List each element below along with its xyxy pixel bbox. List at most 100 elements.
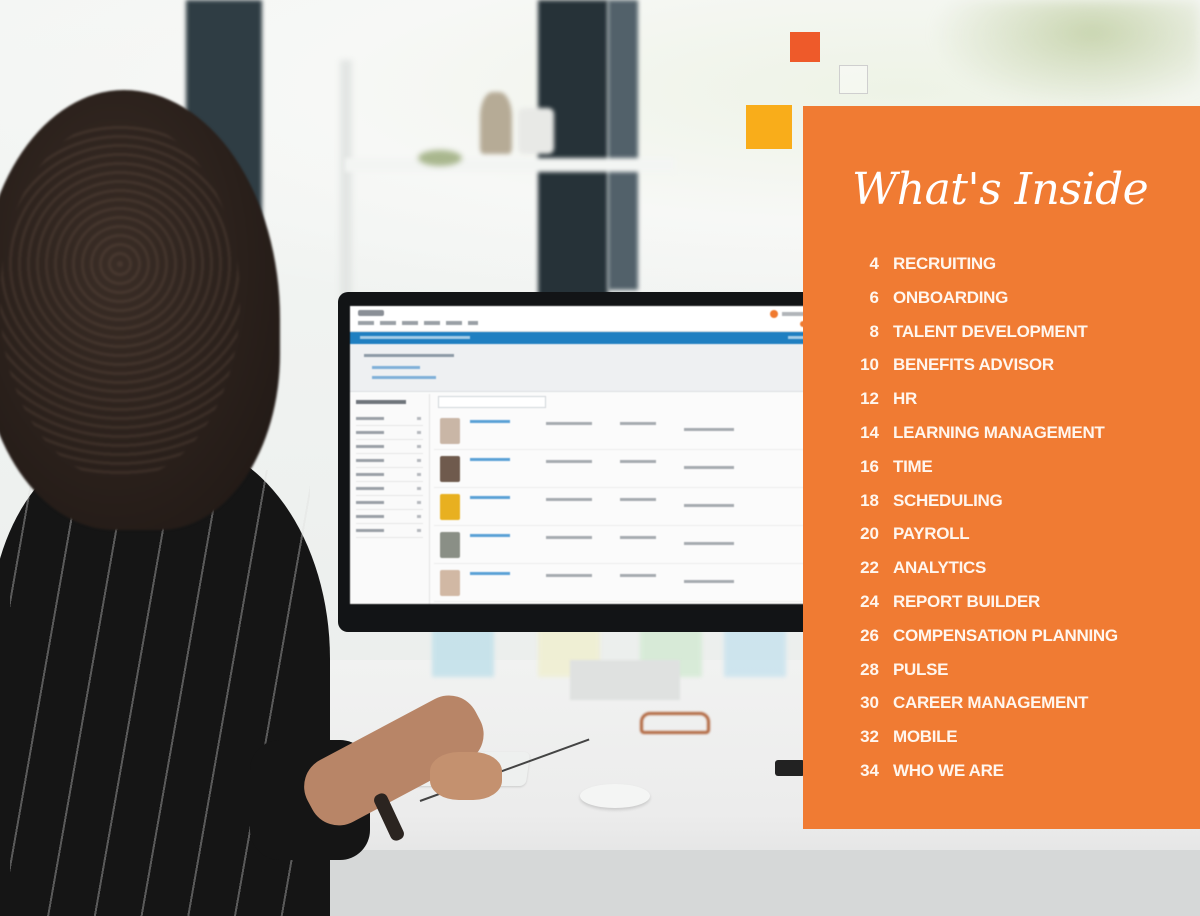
- person-detail: [620, 574, 656, 577]
- person-detail: [684, 428, 734, 431]
- toc-title: SCHEDULING: [893, 490, 1003, 510]
- app-notice: [350, 344, 818, 392]
- plant: [418, 150, 462, 166]
- toc-item[interactable]: 6 ONBOARDING: [843, 288, 1118, 322]
- toc-item[interactable]: 16 TIME: [843, 457, 1118, 491]
- person-detail: [684, 580, 734, 583]
- person-name: [470, 496, 510, 499]
- toc-page-number: 28: [860, 659, 879, 679]
- toc-title: PAYROLL: [893, 524, 970, 544]
- jar: [518, 108, 554, 154]
- toc-page-number: 16: [860, 456, 879, 476]
- toc-item[interactable]: 14 LEARNING MANAGEMENT: [843, 423, 1118, 457]
- panel-heading: What's Inside: [852, 164, 1149, 215]
- desk-edge: [300, 850, 1200, 916]
- sidebar-title: [356, 400, 406, 404]
- person-detail: [620, 498, 656, 501]
- filter-row: [356, 412, 423, 426]
- whats-inside-panel: What's Inside 4 RECRUITING 6 ONBOARDING 8 TAL…: [803, 106, 1200, 829]
- toc-page-number: 34: [860, 760, 879, 780]
- toc-page-number: 22: [860, 558, 879, 578]
- filter-row: [356, 426, 423, 440]
- person-name: [470, 420, 510, 423]
- toc-item[interactable]: 12 HR: [843, 389, 1118, 423]
- filter-sidebar: [350, 394, 430, 604]
- toc-title: TALENT DEVELOPMENT: [893, 321, 1088, 341]
- person-row: [434, 564, 818, 602]
- toc-item[interactable]: 34 WHO WE ARE: [843, 761, 1118, 795]
- toc-item[interactable]: 4 RECRUITING: [843, 254, 1118, 288]
- notice-link: [372, 376, 436, 379]
- person-hand: [430, 752, 502, 800]
- decorative-square-outline: [839, 65, 868, 94]
- person-detail: [620, 536, 656, 539]
- toc-page-number: 4: [869, 254, 879, 273]
- person-detail: [684, 542, 734, 545]
- shelf: [345, 158, 675, 172]
- toc-item[interactable]: 20 PAYROLL: [843, 524, 1118, 558]
- toc-page-number: 18: [860, 490, 879, 510]
- filter-row: [356, 482, 423, 496]
- toc-title: RECRUITING: [893, 254, 996, 273]
- person-detail: [546, 574, 592, 577]
- eyeglasses: [640, 712, 710, 734]
- toc-title: COMPENSATION PLANNING: [893, 625, 1118, 645]
- person-detail: [546, 498, 592, 501]
- app-logo: [358, 310, 384, 316]
- person-row: [434, 450, 818, 488]
- toc-title: MOBILE: [893, 727, 958, 747]
- toc-page-number: 12: [860, 389, 879, 409]
- toc-title: HR: [893, 389, 917, 409]
- toc-item[interactable]: 24 REPORT BUILDER: [843, 592, 1118, 626]
- toc-item[interactable]: 28 PULSE: [843, 660, 1118, 694]
- toc-item[interactable]: 18 SCHEDULING: [843, 491, 1118, 525]
- toc-title: BENEFITS ADVISOR: [893, 355, 1054, 375]
- app-topbar: [350, 306, 818, 332]
- toc-item[interactable]: 32 MOBILE: [843, 727, 1118, 761]
- person-photo: [440, 456, 460, 482]
- person-row: [434, 412, 818, 450]
- person-detail: [546, 422, 592, 425]
- toc-item[interactable]: 26 COMPENSATION PLANNING: [843, 626, 1118, 660]
- toc-page-number: 14: [860, 422, 879, 442]
- monitor-stand: [570, 660, 680, 700]
- toc-page-number: 24: [860, 591, 879, 611]
- decorative-square-red: [790, 32, 820, 62]
- toc-item[interactable]: 22 ANALYTICS: [843, 558, 1118, 592]
- toc-item[interactable]: 10 BENEFITS ADVISOR: [843, 355, 1118, 389]
- toc-item[interactable]: 8 TALENT DEVELOPMENT: [843, 322, 1118, 356]
- people-search-input: [438, 396, 546, 408]
- person-detail: [684, 504, 734, 507]
- toc-page-number: 10: [860, 355, 879, 375]
- person-photo: [440, 570, 460, 596]
- filter-row: [356, 524, 423, 538]
- user-avatar-icon: [770, 310, 778, 318]
- filter-row: [356, 468, 423, 482]
- person-row: [434, 602, 818, 604]
- person-detail: [546, 536, 592, 539]
- person-row: [434, 526, 818, 564]
- notice-line: [364, 354, 454, 357]
- toc-page-number: 20: [860, 524, 879, 544]
- person-name: [470, 572, 510, 575]
- toc-title: ONBOARDING: [893, 287, 1009, 307]
- outdoor-foliage: [930, 0, 1200, 110]
- vase: [480, 92, 512, 154]
- toc-item[interactable]: 30 CAREER MANAGEMENT: [843, 693, 1118, 727]
- decorative-square-yellow: [746, 105, 792, 149]
- monitor: [338, 292, 818, 632]
- person-detail: [546, 460, 592, 463]
- mouse: [580, 784, 650, 808]
- toc-page-number: 26: [860, 625, 879, 645]
- toc-title: ANALYTICS: [893, 558, 987, 578]
- filter-row: [356, 454, 423, 468]
- filter-row: [356, 496, 423, 510]
- app-menu: [358, 321, 478, 325]
- person-name: [470, 458, 510, 461]
- person-row: [434, 488, 818, 526]
- toc-title: CAREER MANAGEMENT: [893, 693, 1089, 713]
- monitor-screen: [350, 306, 818, 604]
- person-photo: [440, 418, 460, 444]
- person-name: [470, 534, 510, 537]
- table-of-contents: 4 RECRUITING 6 ONBOARDING 8 TALENT DEVELOPMEN…: [843, 254, 1118, 795]
